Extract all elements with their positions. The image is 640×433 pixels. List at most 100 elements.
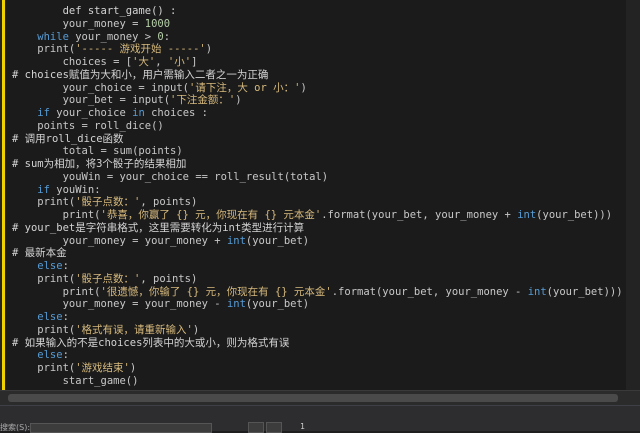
code-line-22: print('骰子点数：', points) bbox=[12, 273, 624, 286]
code-keyword: while bbox=[12, 30, 69, 43]
code-text: ) bbox=[192, 323, 200, 336]
code-text: choices = [ bbox=[12, 56, 133, 68]
code-line-17: print('恭喜，你赢了 {} 元，你现在有 {} 元本金'.format(y… bbox=[12, 209, 624, 222]
code-text: your_bet = input( bbox=[12, 94, 171, 107]
code-text: youWin: bbox=[49, 183, 101, 196]
code-text: : bbox=[62, 349, 69, 362]
search-label: 搜索(S): bbox=[0, 423, 31, 432]
code-line-6: # choices赋值为大和小，用户需输入二者之一为正确 bbox=[12, 69, 624, 82]
code-line-18: # your_bet是字符串格式，这里需要转化为int类型进行计算 bbox=[12, 222, 624, 235]
search-prev-button[interactable] bbox=[248, 422, 264, 433]
code-text: your_money > bbox=[68, 30, 158, 43]
code-string: '小' bbox=[167, 56, 192, 68]
code-line-4: print('----- 游戏开始 -----') bbox=[12, 43, 624, 56]
code-comment: # sum为相加，将3个骰子的结果相加 bbox=[12, 158, 187, 170]
code-string: '骰子点数：' bbox=[75, 272, 141, 285]
code-string: '大' bbox=[132, 56, 156, 68]
code-line-1: def start_game() : bbox=[12, 5, 624, 18]
code-text: print( bbox=[12, 209, 101, 221]
code-comment: # 最新本金 bbox=[12, 247, 67, 260]
code-string: '很遗憾，你输了 {} 元，你现在有 {} 元本金' bbox=[100, 285, 332, 298]
code-text: (your_bet) bbox=[245, 298, 310, 311]
code-text: print( bbox=[12, 362, 76, 374]
code-text: def start_game() : bbox=[12, 5, 177, 17]
code-text: print( bbox=[12, 323, 76, 336]
code-text: , points) bbox=[140, 272, 198, 285]
horizontal-scrollbar[interactable] bbox=[0, 390, 640, 405]
code-text: .format(your_bet, your_money + bbox=[321, 209, 518, 221]
code-builtin: int bbox=[226, 298, 246, 311]
code-line-24: your_money = your_money - int(your_bet) bbox=[12, 298, 624, 311]
code-text: your_choice bbox=[49, 107, 133, 119]
code-text: , bbox=[155, 56, 168, 68]
code-text: print( bbox=[12, 43, 76, 56]
code-text: (your_bet))) bbox=[546, 285, 623, 298]
code-text: choices : bbox=[144, 107, 208, 119]
code-builtin: int bbox=[226, 234, 246, 247]
code-builtin: int bbox=[527, 285, 547, 298]
code-text: your_money = bbox=[12, 17, 145, 30]
code-keyword: if bbox=[12, 107, 50, 119]
code-text: ) bbox=[129, 362, 137, 374]
code-line-7: your_choice = input('请下注，大 or 小：') bbox=[12, 82, 624, 95]
code-text: ) bbox=[300, 81, 307, 94]
code-string: '下注金额：' bbox=[170, 94, 236, 107]
code-text: print( bbox=[12, 285, 101, 298]
code-text: your_choice = input( bbox=[12, 81, 190, 94]
code-line-9: if your_choice in choices : bbox=[12, 107, 624, 120]
code-keyword: else bbox=[12, 349, 63, 362]
code-string: '请下注，大 or 小：' bbox=[189, 81, 301, 94]
code-text: : bbox=[62, 260, 69, 272]
code-comment: # choices赋值为大和小，用户需输入二者之一为正确 bbox=[12, 68, 269, 81]
code-string: '骰子点数：' bbox=[75, 196, 141, 209]
code-line-27: # 如果输入的不是choices列表中的大或小，则为格式有误 bbox=[12, 337, 624, 350]
code-text: youWin = your_choice == roll_result(tota… bbox=[12, 170, 329, 183]
vertical-scrollbar[interactable] bbox=[626, 0, 640, 390]
code-text: : bbox=[163, 30, 171, 43]
code-text: (your_bet))) bbox=[536, 209, 613, 221]
code-text: your_money = your_money - bbox=[12, 298, 227, 311]
horizontal-scroll-thumb[interactable] bbox=[8, 394, 618, 402]
code-editor[interactable]: def start_game() : your_money = 1000 whi… bbox=[0, 0, 640, 390]
code-lines[interactable]: def start_game() : your_money = 1000 whi… bbox=[12, 5, 624, 388]
code-line-5: choices = ['大', '小'] bbox=[12, 56, 624, 69]
code-text: ] bbox=[191, 56, 198, 68]
code-keyword: in bbox=[132, 107, 145, 119]
code-line-10: points = roll_dice() bbox=[12, 120, 624, 133]
code-line-2: your_money = 1000 bbox=[12, 18, 624, 31]
status-bar: 搜索(S): 1 bbox=[0, 405, 640, 433]
code-keyword: else bbox=[12, 260, 63, 272]
code-text: : bbox=[62, 311, 69, 323]
code-comment: # 调用roll_dice函数 bbox=[12, 132, 124, 145]
code-line-20: # 最新本金 bbox=[12, 247, 624, 260]
code-line-14: youWin = your_choice == roll_result(tota… bbox=[12, 171, 624, 184]
code-line-11: # 调用roll_dice函数 bbox=[12, 133, 624, 146]
search-next-button[interactable] bbox=[266, 422, 282, 433]
code-line-21: else: bbox=[12, 260, 624, 273]
code-builtin: int bbox=[517, 209, 537, 221]
code-line-19: your_money = your_money + int(your_bet) bbox=[12, 235, 624, 248]
code-line-16: print('骰子点数：', points) bbox=[12, 196, 624, 209]
code-line-28: else: bbox=[12, 349, 624, 362]
code-text: (your_bet) bbox=[245, 234, 310, 247]
code-text: print( bbox=[12, 272, 76, 285]
search-input[interactable] bbox=[30, 423, 212, 433]
code-line-8: your_bet = input('下注金额：') bbox=[12, 94, 624, 107]
code-line-25: else: bbox=[12, 311, 624, 324]
code-text: total = sum(points) bbox=[12, 145, 183, 158]
code-line-15: if youWin: bbox=[12, 184, 624, 197]
code-line-13: # sum为相加，将3个骰子的结果相加 bbox=[12, 158, 624, 171]
code-comment: # 如果输入的不是choices列表中的大或小，则为格式有误 bbox=[12, 336, 290, 349]
code-text: ) bbox=[205, 43, 213, 56]
code-number: 1000 bbox=[144, 17, 171, 30]
code-text: , points) bbox=[140, 196, 198, 209]
code-text: start_game() bbox=[12, 374, 139, 387]
code-comment: # your_bet是字符串格式，这里需要转化为int类型进行计算 bbox=[12, 221, 305, 234]
code-line-3: while your_money > 0: bbox=[12, 31, 624, 44]
code-string: '恭喜，你赢了 {} 元，你现在有 {} 元本金' bbox=[100, 209, 322, 221]
code-string: '游戏结束' bbox=[75, 362, 130, 374]
code-keyword: else bbox=[12, 311, 63, 323]
code-line-12: total = sum(points) bbox=[12, 145, 624, 158]
change-indicator-bar bbox=[2, 0, 5, 390]
code-text: print( bbox=[12, 196, 76, 209]
